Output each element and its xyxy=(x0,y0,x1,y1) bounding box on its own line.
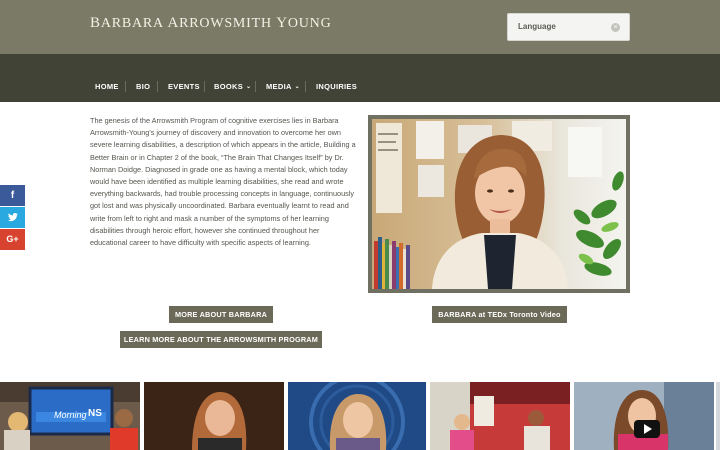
language-select-label: Language xyxy=(518,22,556,31)
chevron-down-icon: ⌄ xyxy=(246,84,252,90)
googleplus-icon: G+ xyxy=(6,234,19,244)
language-select[interactable]: Language × xyxy=(507,13,630,41)
main-nav: HOME BIO EVENTS BOOKS ⌄ MEDIA ⌄ INQUIRIES xyxy=(0,54,720,102)
site-title-initial-1: B xyxy=(90,15,101,31)
googleplus-share-button[interactable]: G+ xyxy=(0,229,25,250)
site-title-part-2: RROWSMITH xyxy=(179,16,277,31)
facebook-share-button[interactable]: f xyxy=(0,185,25,206)
nav-item-label: INQUIRIES xyxy=(316,82,358,91)
video-thumbnail[interactable] xyxy=(288,382,426,450)
twitter-icon xyxy=(7,212,18,223)
nav-item-inquiries[interactable]: INQUIRIES xyxy=(316,82,357,91)
play-icon[interactable] xyxy=(634,420,660,438)
nav-divider xyxy=(204,81,205,92)
portrait-photo-frame xyxy=(368,115,630,293)
video-thumbnail[interactable] xyxy=(574,382,714,450)
site-title-initial-3: Y xyxy=(276,15,288,31)
portrait-photo xyxy=(372,119,626,289)
nav-divider xyxy=(255,81,256,92)
close-icon[interactable]: × xyxy=(611,23,620,32)
nav-item-media[interactable]: MEDIA ⌄ xyxy=(266,82,300,91)
facebook-icon: f xyxy=(10,190,15,201)
video-thumbnail[interactable] xyxy=(430,382,570,450)
video-thumbnail[interactable]: Morning NS xyxy=(0,382,140,450)
video-thumbnail-edge xyxy=(716,382,720,450)
video-thumbnail[interactable] xyxy=(144,382,284,450)
nav-item-label: BOOKS xyxy=(214,82,244,91)
nav-item-events[interactable]: EVENTS xyxy=(168,82,200,91)
site-title[interactable]: BARBARA ARROWSMITH YOUNG xyxy=(90,15,332,32)
site-title-part-1: ARBARA xyxy=(100,16,168,31)
twitter-share-button[interactable] xyxy=(0,207,25,228)
site-title-initial-2: A xyxy=(167,15,180,31)
video-thumbnail-strip: Morning NS xyxy=(0,382,720,450)
nav-divider xyxy=(305,81,306,92)
chevron-down-icon: ⌄ xyxy=(294,84,300,90)
more-about-barbara-button[interactable]: MORE ABOUT BARBARA xyxy=(169,306,273,323)
nav-item-label: BIO xyxy=(136,82,151,91)
thumbnail-caption-logo: NS xyxy=(88,408,102,419)
nav-item-label: MEDIA xyxy=(266,82,292,91)
thumbnail-caption: Morning xyxy=(54,410,87,420)
nav-item-label: HOME xyxy=(95,82,119,91)
intro-paragraph: The genesis of the Arrowsmith Program of… xyxy=(90,116,356,248)
nav-divider xyxy=(157,81,158,92)
tedx-video-button[interactable]: BARBARA at TEDx Toronto Video xyxy=(432,306,567,323)
nav-divider xyxy=(125,81,126,92)
site-title-part-3: OUNG xyxy=(287,16,332,31)
nav-item-bio[interactable]: BIO xyxy=(136,82,150,91)
nav-item-home[interactable]: HOME xyxy=(95,82,119,91)
learn-more-arrowsmith-button[interactable]: LEARN MORE ABOUT THE ARROWSMITH PROGRAM xyxy=(120,331,322,348)
nav-item-books[interactable]: BOOKS ⌄ xyxy=(214,82,251,91)
nav-item-label: EVENTS xyxy=(168,82,200,91)
header-bar: BARBARA ARROWSMITH YOUNG Language × xyxy=(0,0,720,54)
